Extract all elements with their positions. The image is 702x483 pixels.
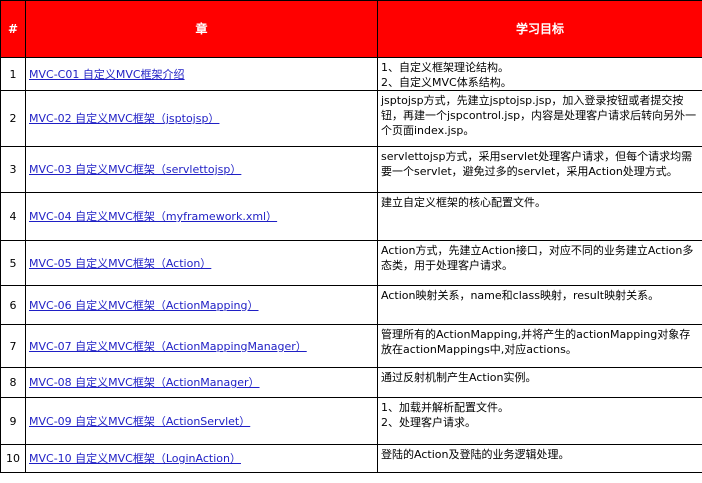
chapter-cell: MVC-09 自定义MVC框架（ActionServlet） — [25, 397, 378, 445]
goal-cell: 1、加载并解析配置文件。 2、处理客户请求。 — [377, 397, 702, 445]
chapter-link[interactable]: MVC-07 自定义MVC框架（ActionMappingManager） — [29, 340, 307, 353]
chapter-link[interactable]: MVC-C01 自定义MVC框架介绍 — [29, 68, 185, 81]
goal-cell: jsptojsp方式，先建立jsptojsp.jsp，加入登录按钮或者提交按钮，… — [377, 90, 702, 147]
chapter-cell: MVC-06 自定义MVC框架（ActionMapping） — [25, 285, 378, 325]
chapter-cell: MVC-07 自定义MVC框架（ActionMappingManager） — [25, 324, 378, 368]
chapter-link[interactable]: MVC-06 自定义MVC框架（ActionMapping） — [29, 299, 259, 312]
table-row: 10 MVC-10 自定义MVC框架（LoginAction） 登陆的Actio… — [0, 444, 702, 473]
chapter-link[interactable]: MVC-02 自定义MVC框架（jsptojsp） — [29, 112, 219, 125]
row-number: 2 — [0, 90, 26, 147]
chapter-cell: MVC-04 自定义MVC框架（myframework.xml） — [25, 192, 378, 241]
chapter-cell: MVC-C01 自定义MVC框架介绍 — [25, 57, 378, 91]
chapter-link[interactable]: MVC-04 自定义MVC框架（myframework.xml） — [29, 210, 277, 223]
chapter-link[interactable]: MVC-05 自定义MVC框架（Action） — [29, 257, 211, 270]
chapter-cell: MVC-02 自定义MVC框架（jsptojsp） — [25, 90, 378, 147]
row-number: 8 — [0, 367, 26, 398]
table-row: 7 MVC-07 自定义MVC框架（ActionMappingManager） … — [0, 324, 702, 368]
table-row: 8 MVC-08 自定义MVC框架（ActionManager） 通过反射机制产… — [0, 367, 702, 398]
row-number: 5 — [0, 240, 26, 286]
table-row: 1 MVC-C01 自定义MVC框架介绍 1、自定义框架理论结构。 2、自定义M… — [0, 57, 702, 91]
chapter-cell: MVC-03 自定义MVC框架（servlettojsp） — [25, 146, 378, 193]
row-number: 4 — [0, 192, 26, 241]
chapter-cell: MVC-08 自定义MVC框架（ActionManager） — [25, 367, 378, 398]
row-number: 1 — [0, 57, 26, 91]
goal-cell: Action方式，先建立Action接口，对应不同的业务建立Action多态类，… — [377, 240, 702, 286]
table-row: 9 MVC-09 自定义MVC框架（ActionServlet） 1、加载并解析… — [0, 397, 702, 445]
header-num: # — [0, 0, 26, 58]
row-number: 10 — [0, 444, 26, 473]
header-goal: 学习目标 — [377, 0, 702, 58]
table-row: 4 MVC-04 自定义MVC框架（myframework.xml） 建立自定义… — [0, 192, 702, 241]
header-row: # 章 学习目标 — [0, 0, 702, 58]
table-row: 5 MVC-05 自定义MVC框架（Action） Action方式，先建立Ac… — [0, 240, 702, 286]
table-row: 3 MVC-03 自定义MVC框架（servlettojsp） servlett… — [0, 146, 702, 193]
header-chapter: 章 — [25, 0, 378, 58]
course-table: # 章 学习目标 1 MVC-C01 自定义MVC框架介绍 1、自定义框架理论结… — [0, 0, 702, 473]
row-number: 6 — [0, 285, 26, 325]
chapter-link[interactable]: MVC-03 自定义MVC框架（servlettojsp） — [29, 163, 241, 176]
chapter-link[interactable]: MVC-08 自定义MVC框架（ActionManager） — [29, 376, 260, 389]
goal-cell: 1、自定义框架理论结构。 2、自定义MVC体系结构。 — [377, 57, 702, 91]
chapter-cell: MVC-10 自定义MVC框架（LoginAction） — [25, 444, 378, 473]
row-number: 9 — [0, 397, 26, 445]
goal-cell: 登陆的Action及登陆的业务逻辑处理。 — [377, 444, 702, 473]
row-number: 7 — [0, 324, 26, 368]
chapter-cell: MVC-05 自定义MVC框架（Action） — [25, 240, 378, 286]
goal-cell: 通过反射机制产生Action实例。 — [377, 367, 702, 398]
goal-cell: servlettojsp方式，采用servlet处理客户请求，但每个请求均需要一… — [377, 146, 702, 193]
chapter-link[interactable]: MVC-10 自定义MVC框架（LoginAction） — [29, 452, 241, 465]
table-row: 2 MVC-02 自定义MVC框架（jsptojsp） jsptojsp方式，先… — [0, 90, 702, 147]
row-number: 3 — [0, 146, 26, 193]
chapter-link[interactable]: MVC-09 自定义MVC框架（ActionServlet） — [29, 415, 250, 428]
goal-cell: Action映射关系，name和class映射，result映射关系。 — [377, 285, 702, 325]
table-row: 6 MVC-06 自定义MVC框架（ActionMapping） Action映… — [0, 285, 702, 325]
goal-cell: 管理所有的ActionMapping,并将产生的actionMapping对象存… — [377, 324, 702, 368]
goal-cell: 建立自定义框架的核心配置文件。 — [377, 192, 702, 241]
